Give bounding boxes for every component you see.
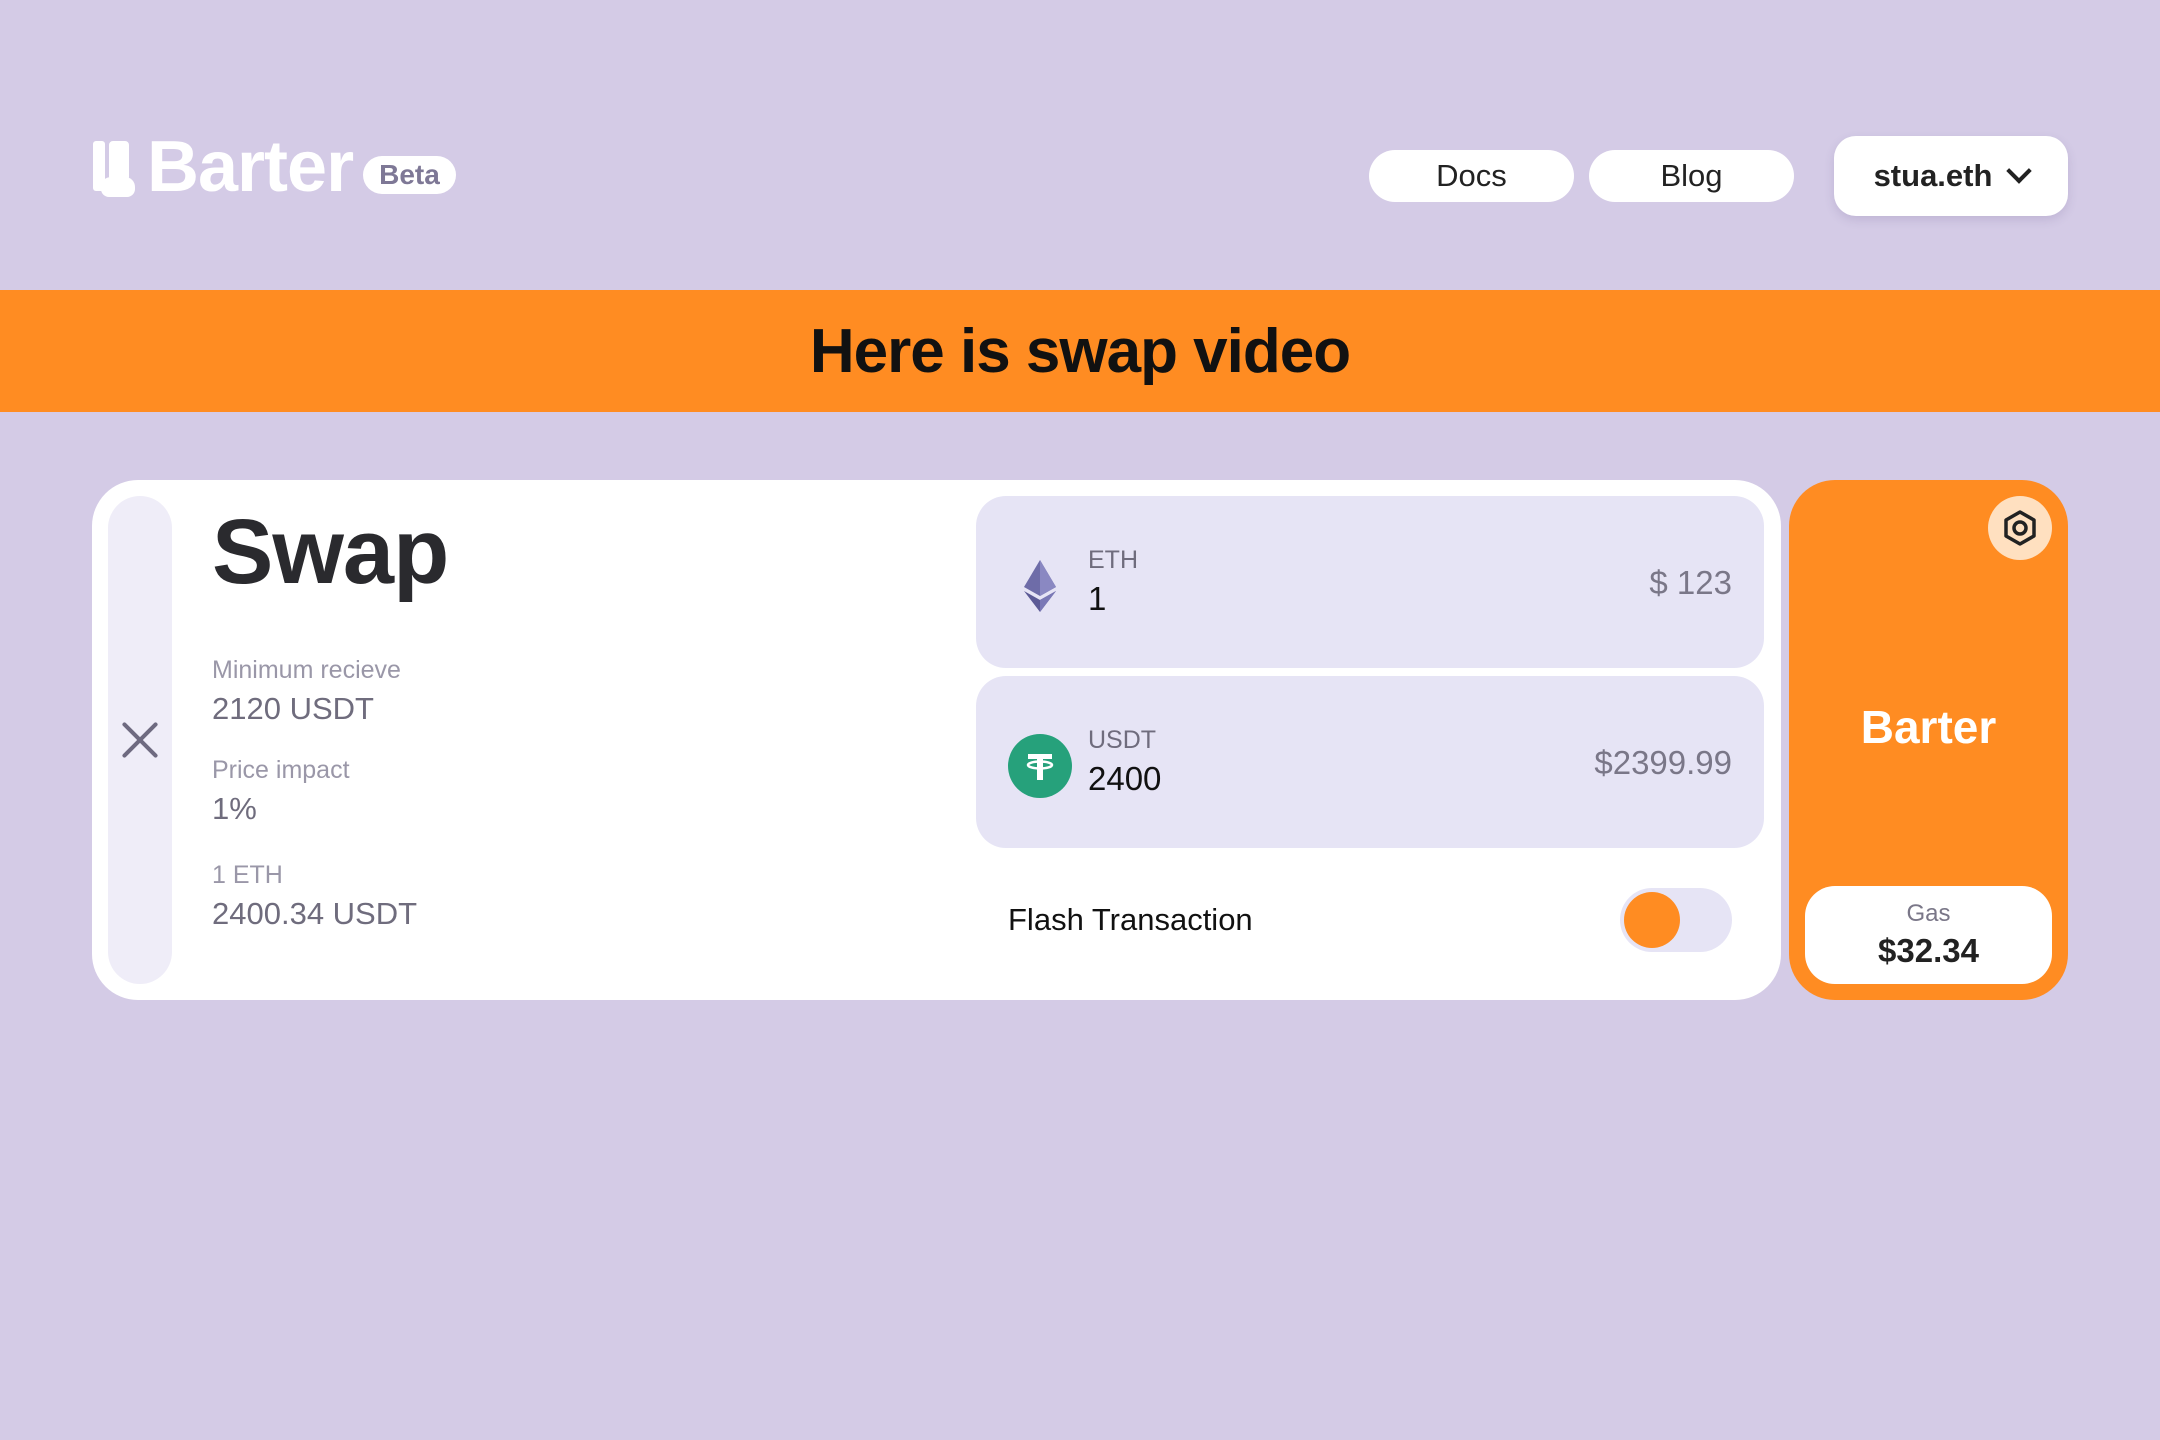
tether-icon bbox=[1008, 734, 1072, 798]
swap-card: Swap Minimum recieve 2120 USDT Price imp… bbox=[92, 480, 1781, 1000]
page: Barter Beta Docs Blog stua.eth Here is s… bbox=[0, 0, 2160, 1440]
stat-value: 1% bbox=[212, 791, 257, 826]
ethereum-icon bbox=[1024, 560, 1056, 612]
token-symbol: USDT bbox=[1088, 726, 1157, 754]
blog-button[interactable]: Blog bbox=[1589, 150, 1794, 202]
to-token-input[interactable]: USDT 2400 $2399.99 bbox=[976, 676, 1764, 848]
token-amount[interactable]: 1 bbox=[1088, 580, 1106, 618]
barter-button-label: Barter bbox=[1860, 701, 1997, 753]
close-button[interactable] bbox=[108, 496, 172, 984]
gas-value: $32.34 bbox=[1878, 932, 1979, 969]
swap-title: Swap bbox=[212, 501, 449, 603]
minimum-receive-stat: Minimum recieve 2120 USDT bbox=[212, 656, 401, 727]
token-usd-value: $2399.99 bbox=[1594, 744, 1732, 781]
beta-badge: Beta bbox=[363, 156, 456, 194]
stat-value: 2120 USDT bbox=[212, 691, 374, 726]
token-usd-value: $ 123 bbox=[1649, 564, 1732, 601]
token-symbol: ETH bbox=[1088, 546, 1138, 574]
toggle-knob bbox=[1624, 892, 1680, 948]
banner-title: Here is swap video bbox=[809, 316, 1351, 386]
exchange-rate-stat: 1 ETH 2400.34 USDT bbox=[212, 861, 417, 932]
chevron-down-icon bbox=[2006, 158, 2033, 184]
flash-transaction-toggle[interactable] bbox=[1620, 888, 1732, 952]
flash-transaction-label: Flash Transaction bbox=[1008, 902, 1253, 937]
close-icon bbox=[122, 722, 158, 758]
gas-label: Gas bbox=[1906, 900, 1951, 927]
docs-button[interactable]: Docs bbox=[1369, 150, 1574, 202]
account-name: stua.eth bbox=[1873, 158, 1993, 193]
from-token-input[interactable]: ETH 1 $ 123 bbox=[976, 496, 1764, 668]
barter-logo[interactable]: Barter Beta bbox=[91, 127, 456, 207]
price-impact-stat: Price impact 1% bbox=[212, 756, 350, 827]
stat-value: 2400.34 USDT bbox=[212, 896, 418, 931]
gas-fee-box: Gas $32.34 bbox=[1805, 886, 2052, 984]
barter-logo-icon bbox=[91, 135, 139, 199]
stat-label: Minimum recieve bbox=[212, 656, 401, 684]
logo-text: Barter bbox=[147, 127, 354, 207]
banner: Here is swap video bbox=[0, 290, 2160, 412]
token-amount[interactable]: 2400 bbox=[1088, 760, 1161, 798]
settings-button[interactable] bbox=[1988, 496, 2052, 560]
account-dropdown[interactable]: stua.eth bbox=[1834, 136, 2068, 216]
settings-icon bbox=[2004, 510, 2036, 546]
stat-label: Price impact bbox=[212, 756, 350, 784]
barter-action-card[interactable]: Barter Gas $32.34 bbox=[1789, 480, 2068, 1000]
stat-label: 1 ETH bbox=[212, 861, 283, 889]
